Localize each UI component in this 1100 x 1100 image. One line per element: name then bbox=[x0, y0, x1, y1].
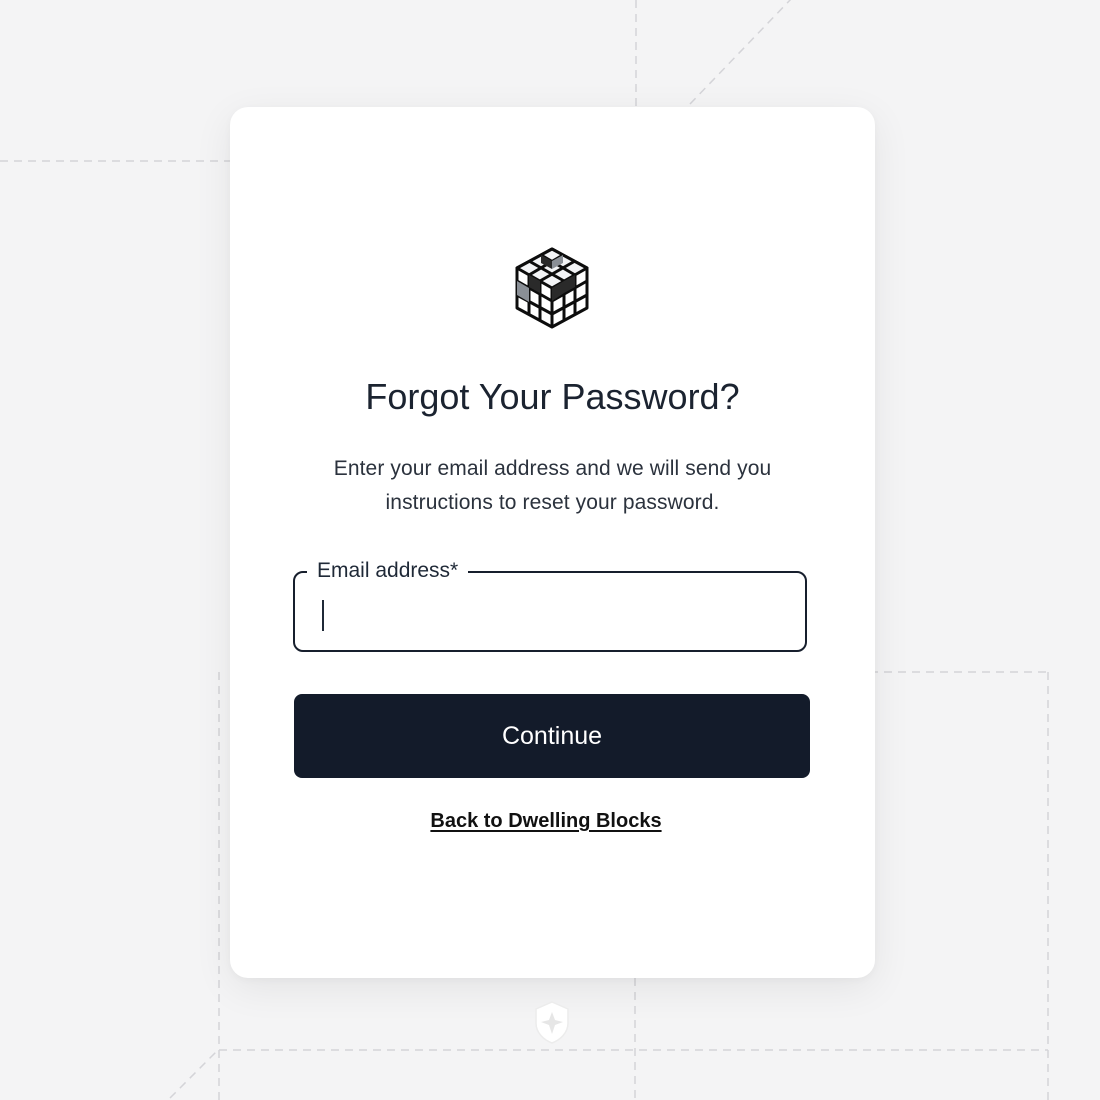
continue-button[interactable]: Continue bbox=[294, 694, 810, 778]
back-to-app-link[interactable]: Back to Dwelling Blocks bbox=[230, 810, 862, 833]
text-caret bbox=[322, 600, 324, 631]
email-input[interactable] bbox=[313, 593, 783, 629]
page-title: Forgot Your Password? bbox=[365, 376, 740, 417]
email-field-label: Email address* bbox=[307, 557, 469, 585]
email-field[interactable]: Email address* bbox=[293, 557, 807, 652]
cube-grid-logo-icon bbox=[515, 247, 589, 329]
instructions-text: Enter your email address and we will sen… bbox=[333, 457, 772, 514]
shield-icon bbox=[535, 1001, 569, 1044]
forgot-password-card: Forgot Your Password? Enter your email a… bbox=[230, 107, 875, 978]
